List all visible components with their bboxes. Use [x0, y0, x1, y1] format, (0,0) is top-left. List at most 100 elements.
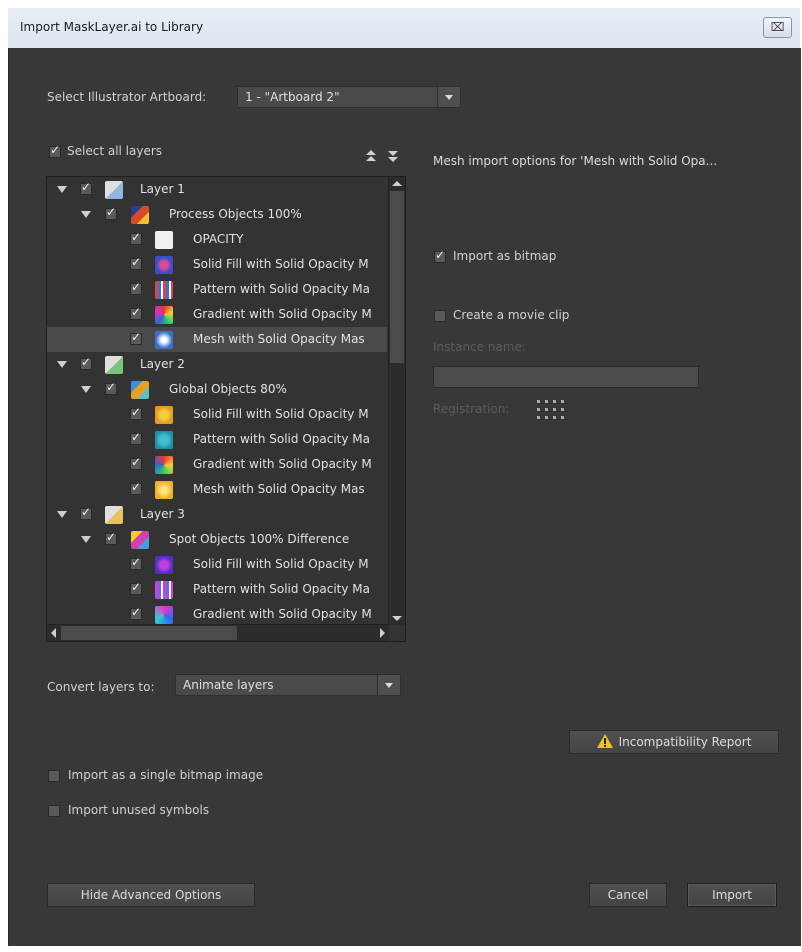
import-single-bitmap-checkbox[interactable] [48, 770, 60, 782]
tree-checkbox[interactable] [130, 455, 142, 470]
tree-row-label: Solid Fill with Solid Opacity M [193, 257, 369, 271]
layer-tree[interactable]: Layer 1 Process Objects 100% OPACITY Sol… [46, 176, 406, 642]
tree-row-label: Layer 1 [140, 182, 185, 196]
scroll-left-icon[interactable] [51, 628, 56, 638]
convert-layers-label: Convert layers to: [47, 680, 155, 694]
tree-row-item[interactable]: Mesh with Solid Opacity Mas [47, 477, 387, 502]
import-as-bitmap-checkbox[interactable] [434, 248, 446, 263]
artboard-select[interactable]: 1 - "Artboard 2" [237, 86, 461, 108]
instance-name-field[interactable] [433, 366, 699, 388]
tree-checkbox[interactable] [130, 255, 142, 270]
tree-row-group[interactable]: Spot Objects 100% Difference [47, 527, 387, 552]
expand-triangle-icon[interactable] [57, 511, 67, 518]
tree-row-layer-3[interactable]: Layer 3 [47, 502, 387, 527]
tree-horizontal-scrollbar[interactable] [47, 624, 389, 641]
cancel-button[interactable]: Cancel [589, 883, 667, 907]
chevron-down-icon [377, 675, 400, 695]
tree-row-layer-1[interactable]: Layer 1 [47, 177, 387, 202]
tree-checkbox[interactable] [80, 180, 92, 195]
tree-checkbox[interactable] [130, 230, 142, 245]
tree-row-item[interactable]: Pattern with Solid Opacity Ma [47, 277, 387, 302]
tree-checkbox[interactable] [130, 580, 142, 595]
tree-row-item[interactable]: Gradient with Solid Opacity M [47, 302, 387, 327]
registration-label: Registration: [433, 402, 510, 416]
tree-row-item[interactable]: Pattern with Solid Opacity Ma [47, 427, 387, 452]
close-button[interactable]: ⌧ [763, 17, 792, 38]
tree-row-label: OPACITY [193, 232, 244, 246]
tree-row-item[interactable]: Gradient with Solid Opacity M [47, 452, 387, 477]
tree-row-item[interactable]: Solid Fill with Solid Opacity M [47, 402, 387, 427]
expand-all-icon[interactable] [387, 150, 399, 164]
tree-row-item[interactable]: Solid Fill with Solid Opacity M [47, 252, 387, 277]
tree-row-label: Mesh with Solid Opacity Mas [193, 332, 365, 346]
expand-triangle-icon[interactable] [81, 536, 91, 543]
item-thumbnail-icon [155, 406, 173, 424]
item-thumbnail-icon [155, 231, 173, 249]
tree-checkbox[interactable] [130, 605, 142, 620]
tree-checkbox[interactable] [105, 530, 117, 545]
tree-checkbox[interactable] [105, 205, 117, 220]
registration-grid-icon[interactable] [537, 400, 565, 428]
item-thumbnail-icon [155, 456, 173, 474]
collapse-all-icon[interactable] [365, 150, 377, 164]
select-all-checkbox[interactable] [49, 143, 61, 158]
expand-triangle-icon[interactable] [81, 386, 91, 393]
item-thumbnail-icon [155, 556, 173, 574]
incompatibility-report-button[interactable]: Incompatibility Report [569, 730, 779, 754]
tree-vertical-scrollbar[interactable] [388, 177, 405, 625]
tree-checkbox[interactable] [80, 355, 92, 370]
item-thumbnail-icon [155, 331, 173, 349]
expand-triangle-icon[interactable] [57, 361, 67, 368]
import-button[interactable]: Import [687, 883, 777, 907]
item-thumbnail-icon [155, 431, 173, 449]
item-thumbnail-icon [155, 256, 173, 274]
instance-name-label: Instance name: [433, 340, 526, 354]
scroll-down-icon[interactable] [392, 616, 402, 621]
item-thumbnail-icon [155, 481, 173, 499]
scroll-up-icon[interactable] [392, 181, 402, 186]
tree-checkbox[interactable] [105, 380, 117, 395]
layer-thumbnail-icon [105, 506, 123, 524]
window-title: Import MaskLayer.ai to Library [20, 20, 204, 34]
tree-row-label: Layer 3 [140, 507, 185, 521]
tree-checkbox[interactable] [130, 280, 142, 295]
tree-row-group[interactable]: Global Objects 80% [47, 377, 387, 402]
tree-row-label: Pattern with Solid Opacity Ma [193, 582, 370, 596]
tree-row-label: Layer 2 [140, 357, 185, 371]
warning-icon [596, 734, 613, 748]
tree-row-item-selected[interactable]: Mesh with Solid Opacity Mas [47, 327, 387, 352]
tree-checkbox[interactable] [80, 505, 92, 520]
tree-checkbox[interactable] [130, 330, 142, 345]
import-unused-symbols-checkbox[interactable] [48, 805, 60, 817]
tree-row-layer-2[interactable]: Layer 2 [47, 352, 387, 377]
artboard-value: 1 - "Artboard 2" [245, 90, 340, 104]
tree-row-label: Pattern with Solid Opacity Ma [193, 432, 370, 446]
tree-row-item[interactable]: Pattern with Solid Opacity Ma [47, 577, 387, 602]
create-movie-clip-checkbox[interactable] [434, 310, 446, 322]
tree-row-label: Solid Fill with Solid Opacity M [193, 407, 369, 421]
scroll-right-icon[interactable] [380, 628, 385, 638]
scroll-thumb[interactable] [61, 626, 237, 640]
tree-row-label: Spot Objects 100% Difference [169, 532, 350, 546]
select-all-label: Select all layers [67, 144, 163, 158]
hide-advanced-options-button[interactable]: Hide Advanced Options [47, 883, 255, 907]
create-movie-clip-label: Create a movie clip [453, 308, 570, 322]
tree-row-label: Gradient with Solid Opacity M [193, 307, 372, 321]
tree-row-item[interactable]: Solid Fill with Solid Opacity M [47, 552, 387, 577]
expand-triangle-icon[interactable] [81, 211, 91, 218]
tree-row-group[interactable]: Process Objects 100% [47, 202, 387, 227]
tree-checkbox[interactable] [130, 305, 142, 320]
item-thumbnail-icon [155, 281, 173, 299]
convert-layers-select[interactable]: Animate layers [175, 674, 401, 696]
tree-checkbox[interactable] [130, 405, 142, 420]
layer-thumbnail-icon [105, 356, 123, 374]
tree-checkbox[interactable] [130, 480, 142, 495]
tree-checkbox[interactable] [130, 555, 142, 570]
expand-triangle-icon[interactable] [57, 186, 67, 193]
scroll-thumb[interactable] [390, 191, 404, 363]
group-thumbnail-icon [131, 206, 149, 224]
tree-row-item[interactable]: OPACITY [47, 227, 387, 252]
tree-checkbox[interactable] [130, 430, 142, 445]
incompatibility-report-label: Incompatibility Report [618, 735, 752, 749]
group-thumbnail-icon [131, 381, 149, 399]
